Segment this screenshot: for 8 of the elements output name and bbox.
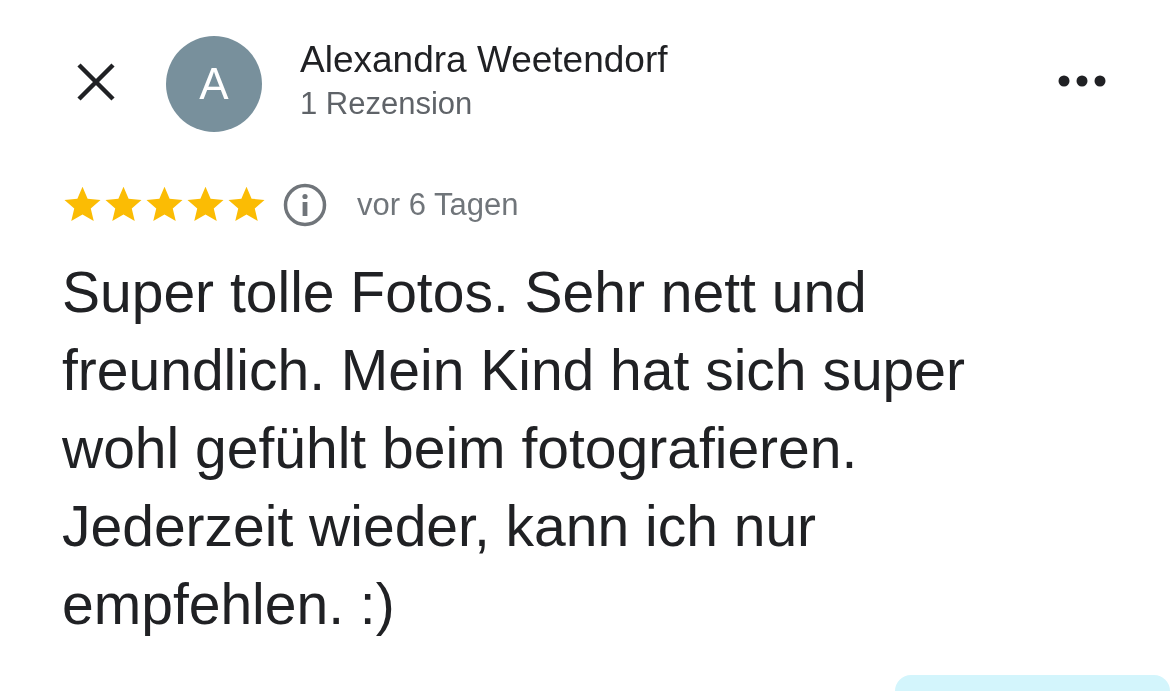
more-icon xyxy=(1058,75,1106,87)
close-icon xyxy=(76,62,116,102)
review-time: vor 6 Tagen xyxy=(357,186,519,224)
reviewer-name[interactable]: Alexandra Weetendorf xyxy=(300,36,668,84)
info-icon[interactable] xyxy=(283,183,327,228)
review-count: 1 Rezension xyxy=(300,85,474,123)
review-text: Super tolle Fotos. Sehr nett und freundlich. Mein Kind hat sich super wohl gefühlt beim fotografieren. Jederzeit wieder, kann ich nur empfehlen. :) xyxy=(62,258,966,638)
avatar: A xyxy=(166,36,262,132)
